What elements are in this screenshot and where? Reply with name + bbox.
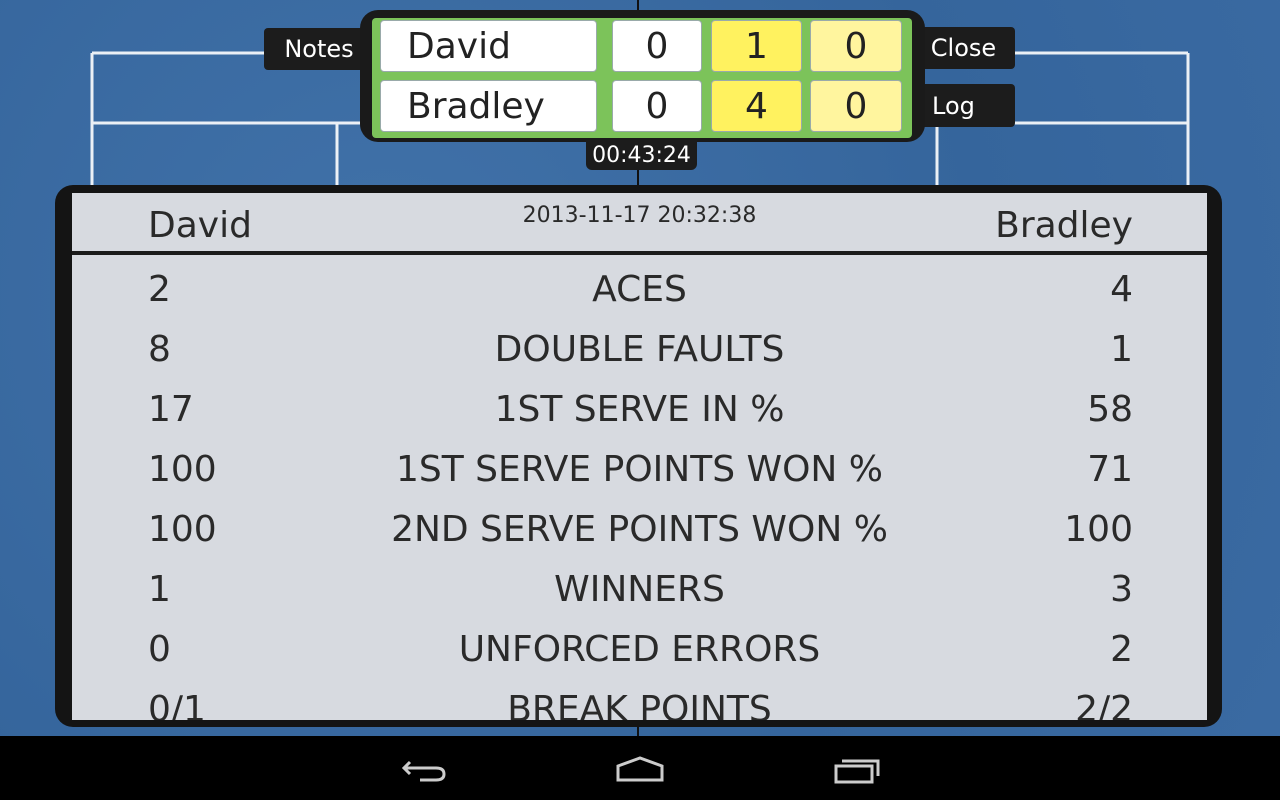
player2-games: 4 [711, 80, 802, 132]
player2-value: 3 [1110, 569, 1133, 610]
log-button[interactable]: Log [912, 84, 1015, 127]
player2-name: Bradley [380, 80, 597, 132]
stat-label: 1ST SERVE POINTS WON % [395, 449, 884, 490]
close-button[interactable]: Close [912, 27, 1015, 69]
stat-row: 0 UNFORCED ERRORS 2 [72, 621, 1207, 681]
player2-value: 1 [1110, 329, 1133, 370]
stats-header: David 2013-11-17 20:32:38 Bradley [72, 193, 1207, 255]
player1-sets: 0 [810, 20, 902, 72]
stat-row: 100 2ND SERVE POINTS WON % 100 [72, 501, 1207, 561]
stat-label: UNFORCED ERRORS [458, 629, 821, 670]
match-timer: 00:43:24 [586, 140, 697, 170]
scoreboard: David 0 1 0 Bradley 0 4 0 [360, 10, 925, 142]
stat-row: 2 ACES 4 [72, 261, 1207, 321]
stat-row: 0/1 BREAK POINTS 2/2 [72, 681, 1207, 720]
stat-row: 100 1ST SERVE POINTS WON % 71 [72, 441, 1207, 501]
stat-label: ACES [592, 269, 687, 310]
stat-label: DOUBLE FAULTS [494, 329, 785, 370]
navigation-bar [0, 736, 1280, 800]
player2-value: 4 [1110, 269, 1133, 310]
stat-row: 17 1ST SERVE IN % 58 [72, 381, 1207, 441]
stat-label: 2ND SERVE POINTS WON % [391, 509, 888, 550]
player2-value: 71 [1087, 449, 1133, 490]
stat-label: WINNERS [554, 569, 725, 610]
stat-label: BREAK POINTS [507, 689, 772, 720]
player2-value: 2/2 [1075, 689, 1133, 720]
stats-panel: David 2013-11-17 20:32:38 Bradley 2 ACES 4… [55, 185, 1222, 727]
back-icon[interactable] [400, 754, 448, 784]
player2-value: 2 [1110, 629, 1133, 670]
stat-label: 1ST SERVE IN % [494, 389, 785, 430]
player2-sets: 0 [810, 80, 902, 132]
player2-header: Bradley [995, 205, 1133, 246]
recent-apps-icon[interactable] [832, 754, 884, 784]
player1-name: David [380, 20, 597, 72]
player1-points[interactable]: 0 [612, 20, 702, 72]
player2-value: 100 [1064, 509, 1133, 550]
player1-games: 1 [711, 20, 802, 72]
player2-points[interactable]: 0 [612, 80, 702, 132]
player2-value: 58 [1087, 389, 1133, 430]
stat-row: 1 WINNERS 3 [72, 561, 1207, 621]
notes-button[interactable]: Notes [264, 28, 374, 70]
home-icon[interactable] [614, 754, 666, 784]
stat-row: 8 DOUBLE FAULTS 1 [72, 321, 1207, 381]
